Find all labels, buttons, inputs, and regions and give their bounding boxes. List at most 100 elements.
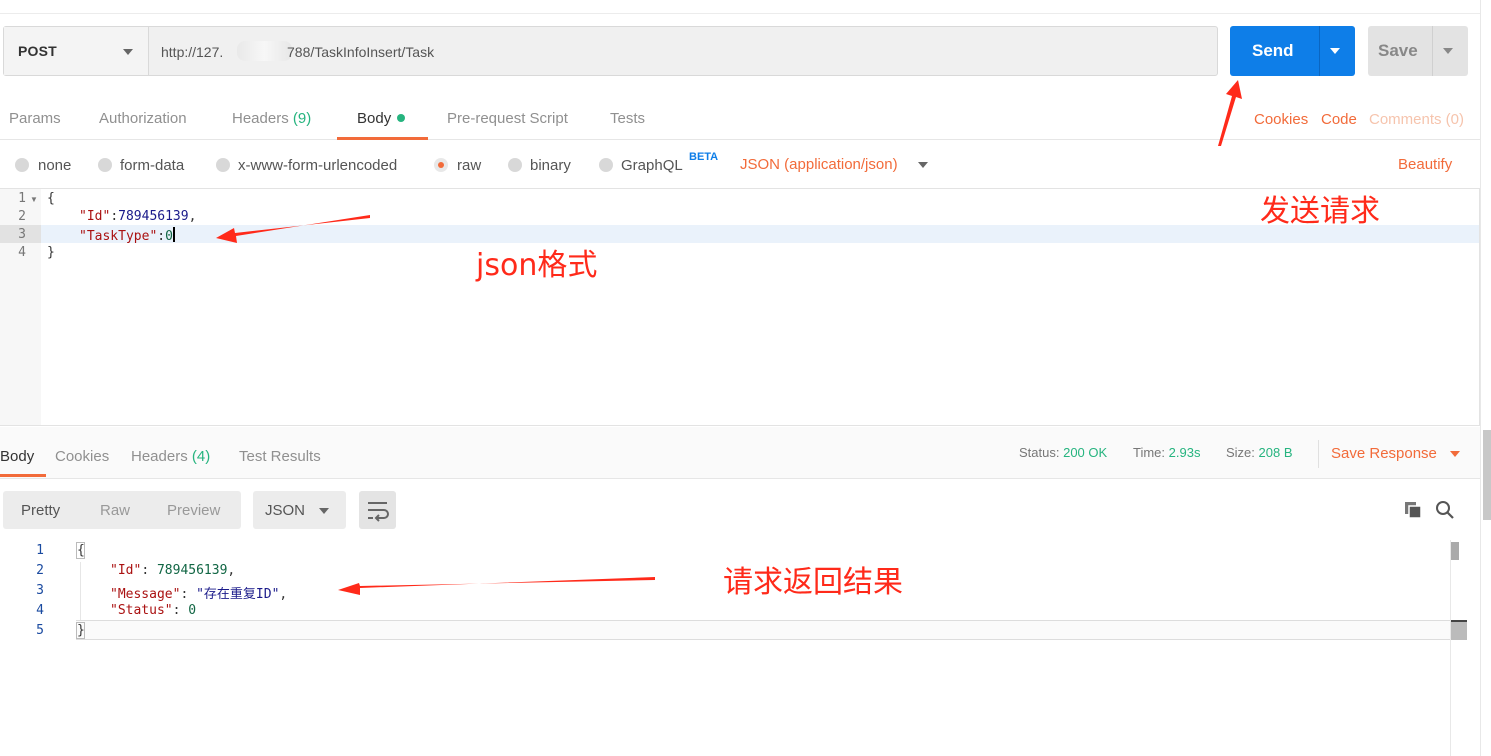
request-bar: POST http://127. 788/TaskInfoInsert/Task: [3, 26, 1218, 76]
line-number: 1: [36, 543, 44, 558]
tab-tests[interactable]: Tests: [610, 110, 645, 127]
response-format-select[interactable]: JSON: [253, 491, 346, 529]
size-label: Size:: [1226, 445, 1255, 460]
cookies-link[interactable]: Cookies: [1254, 111, 1308, 128]
time-readout: Time: 2.93s: [1133, 445, 1200, 460]
radio-graphql[interactable]: [599, 158, 613, 172]
json-value: "存在重复ID": [196, 587, 280, 602]
save-response-chevron-icon[interactable]: [1450, 451, 1460, 457]
send-button[interactable]: Send: [1230, 26, 1355, 76]
comments-link[interactable]: Comments (0): [1369, 111, 1464, 128]
response-tab-headers-count: (4): [191, 448, 211, 465]
send-label: Send: [1252, 41, 1294, 60]
copy-icon[interactable]: [1404, 501, 1422, 519]
active-line-highlight: [76, 620, 1450, 640]
json-key: "Id": [110, 563, 142, 578]
line-number: 4: [18, 245, 26, 260]
line-number: 3: [36, 583, 44, 598]
chevron-down-icon: [123, 49, 133, 55]
code-link[interactable]: Code: [1321, 111, 1357, 128]
response-tab-cookies[interactable]: Cookies: [55, 448, 109, 465]
fold-arrow-icon[interactable]: ▼: [30, 195, 38, 204]
view-raw-button[interactable]: Raw: [100, 502, 130, 519]
request-tabs: Params Authorization Headers (9) Body Pr…: [0, 90, 1480, 140]
status-label: Status:: [1019, 445, 1060, 460]
tab-headers-count: (9): [292, 110, 312, 127]
tab-body[interactable]: Body: [357, 110, 406, 127]
response-scrollbar-marker: [1451, 620, 1467, 640]
json-value: 0: [165, 229, 173, 244]
response-tab-body[interactable]: Body: [0, 448, 34, 465]
response-tab-headers-label: Headers: [131, 448, 188, 465]
json-key: "TaskType": [79, 229, 158, 244]
code-line: }: [77, 623, 85, 638]
response-scrollbar[interactable]: [1450, 540, 1462, 756]
beautify-link[interactable]: Beautify: [1398, 156, 1452, 173]
code-line: "Message": "存在重复ID",: [110, 587, 288, 602]
response-scrollbar-thumb[interactable]: [1451, 542, 1459, 560]
top-strip: [0, 0, 1491, 14]
radio-raw[interactable]: [434, 158, 448, 172]
code-line: "Id":789456139,: [79, 209, 197, 224]
line-number: 1: [18, 191, 26, 206]
response-tabs: Body Cookies Headers (4) Test Results St…: [0, 427, 1480, 479]
active-response-tab-indicator: [0, 474, 46, 477]
radio-urlencoded-label: x-www-form-urlencoded: [238, 157, 398, 174]
line-number: 5: [36, 623, 44, 638]
chevron-down-icon: [319, 508, 329, 514]
time-label: Time:: [1133, 445, 1166, 460]
url-redacted-area: [237, 41, 292, 61]
indent-guide: [80, 562, 81, 620]
window-scrollbar-thumb[interactable]: [1483, 430, 1491, 520]
json-key: "Status": [110, 603, 173, 618]
radio-raw-label: raw: [457, 157, 482, 174]
window-scrollbar[interactable]: [1480, 0, 1491, 756]
send-dropdown-chevron-icon[interactable]: [1330, 48, 1340, 54]
code-line: "Status": 0: [110, 603, 197, 618]
code-line: {: [47, 191, 55, 206]
wrap-lines-button[interactable]: [359, 491, 396, 529]
radio-form-data[interactable]: [98, 158, 112, 172]
tab-authorization[interactable]: Authorization: [99, 110, 187, 127]
radio-none[interactable]: [15, 158, 29, 172]
time-value: 2.93s: [1168, 445, 1201, 460]
json-value: 789456139: [156, 563, 228, 578]
format-select[interactable]: JSON (application/json): [740, 156, 898, 173]
body-type-options: none form-data x-www-form-urlencoded raw…: [0, 140, 1480, 188]
save-dropdown-chevron-icon[interactable]: [1443, 48, 1453, 54]
code-line: {: [77, 543, 85, 558]
code-line: }: [47, 245, 55, 260]
tab-pre-request-script[interactable]: Pre-request Script: [447, 110, 568, 127]
line-number: 2: [36, 563, 44, 578]
tab-headers[interactable]: Headers (9): [232, 110, 311, 127]
tab-headers-label: Headers: [232, 110, 289, 127]
search-icon[interactable]: [1435, 500, 1455, 520]
modified-dot-icon: [397, 114, 406, 122]
radio-binary[interactable]: [508, 158, 522, 172]
line-number: 3: [18, 227, 26, 242]
method-label: POST: [18, 43, 57, 59]
url-input-path[interactable]: 788/TaskInfoInsert/Task: [287, 44, 434, 60]
json-key: "Id": [79, 209, 111, 224]
status-divider: [1318, 440, 1319, 468]
json-value: 789456139: [118, 209, 189, 224]
method-select[interactable]: POST: [4, 27, 149, 75]
tab-params[interactable]: Params: [9, 110, 61, 127]
request-body-editor[interactable]: 1 ▼ 2 3 4 { "Id":789456139, "TaskType":0…: [0, 188, 1480, 426]
view-pretty-button[interactable]: Pretty: [21, 502, 60, 519]
response-tab-test-results[interactable]: Test Results: [239, 448, 321, 465]
chevron-down-icon[interactable]: [918, 162, 928, 168]
response-tab-headers[interactable]: Headers (4): [131, 448, 210, 465]
radio-urlencoded[interactable]: [216, 158, 230, 172]
url-input[interactable]: http://127.: [161, 44, 223, 60]
save-label: Save: [1378, 41, 1418, 60]
view-preview-button[interactable]: Preview: [167, 502, 220, 519]
size-value: 208 B: [1258, 445, 1293, 460]
line-number: 2: [18, 209, 26, 224]
save-divider: [1432, 26, 1433, 76]
json-value: 0: [188, 603, 197, 618]
wrap-lines-icon: [368, 502, 389, 522]
view-mode-group: Pretty Raw Preview: [3, 491, 241, 529]
save-button[interactable]: Save: [1368, 26, 1468, 76]
save-response-button[interactable]: Save Response: [1331, 445, 1437, 462]
